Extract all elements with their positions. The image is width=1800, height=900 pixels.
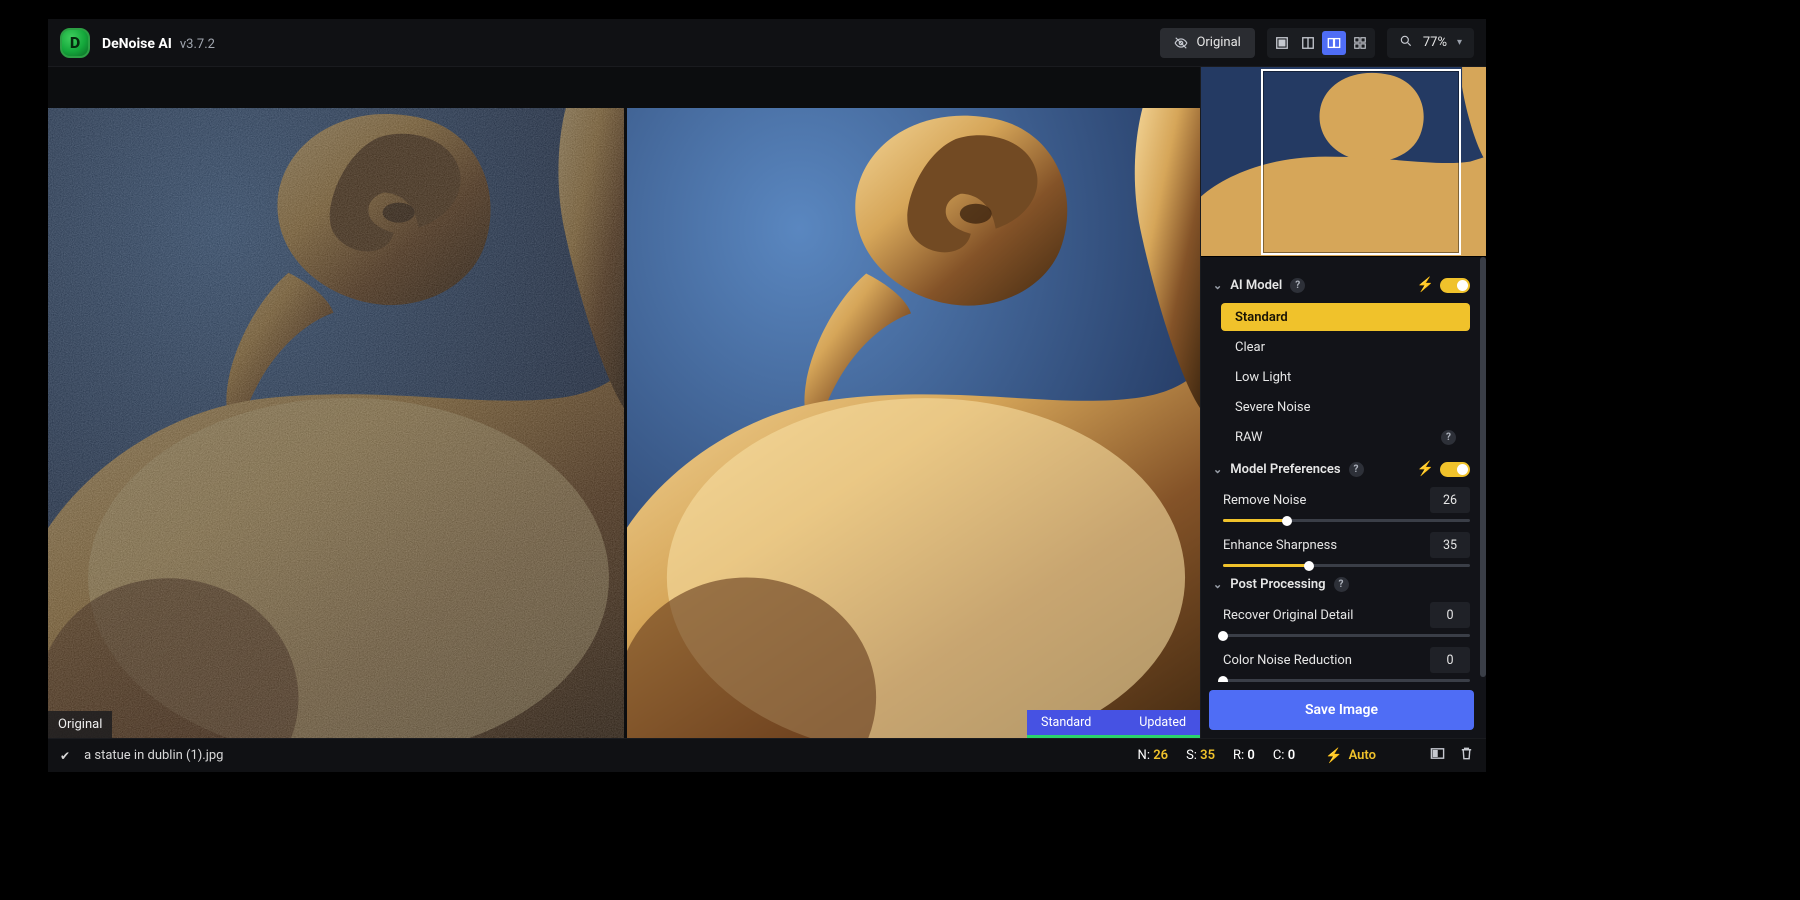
- zoom-control[interactable]: 77% ▾: [1387, 28, 1474, 58]
- toggle-original-button[interactable]: Original: [1160, 28, 1254, 58]
- slider-label: Remove Noise: [1223, 493, 1306, 508]
- slider-track[interactable]: [1223, 519, 1470, 522]
- metric-r: 0: [1247, 748, 1254, 763]
- model-option-standard[interactable]: Standard: [1221, 303, 1470, 331]
- slider-value[interactable]: 35: [1430, 532, 1470, 558]
- slider-color-noise: Color Noise Reduction 0: [1213, 647, 1470, 682]
- section-post-processing-title: Post Processing: [1230, 577, 1325, 592]
- main-area: Original: [48, 67, 1486, 738]
- chevron-down-icon: ⌄: [1213, 279, 1222, 292]
- view-mode-group: [1267, 28, 1375, 58]
- save-image-button[interactable]: Save Image: [1209, 690, 1474, 730]
- slider-label: Enhance Sharpness: [1223, 538, 1337, 553]
- sidebar: ⌄ AI Model ? ⚡ Standard Clear Low Light …: [1200, 67, 1486, 738]
- section-ai-model-title: AI Model: [1230, 278, 1282, 293]
- section-ai-model-header[interactable]: ⌄ AI Model ? ⚡: [1213, 277, 1470, 293]
- slider-label: Color Noise Reduction: [1223, 653, 1352, 668]
- footer: ✔ a statue in dublin (1).jpg N: 26 S: 35…: [48, 738, 1486, 772]
- help-icon[interactable]: ?: [1334, 577, 1349, 592]
- pane-processed: Standard Updated ☺ 😐: [624, 108, 1200, 738]
- sidebar-scrollbar[interactable]: [1480, 67, 1486, 738]
- auto-indicator[interactable]: ⚡ Auto: [1325, 748, 1376, 764]
- footer-metrics: N: 26 S: 35 R: 0 C: 0 ⚡ Auto: [1138, 748, 1376, 764]
- slider-label: Recover Original Detail: [1223, 608, 1353, 623]
- status-model-label: Standard: [1041, 715, 1091, 730]
- check-icon: ✔: [60, 749, 70, 763]
- app-title: DeNoise AI: [102, 36, 172, 52]
- metric-c: 0: [1288, 748, 1295, 763]
- model-option-lowlight[interactable]: Low Light: [1221, 363, 1470, 391]
- app-title-wrap: DeNoise AI v3.7.2: [102, 33, 215, 52]
- bolt-icon: ⚡: [1417, 461, 1434, 477]
- ai-model-list: Standard Clear Low Light Severe Noise RA…: [1213, 303, 1470, 451]
- ai-model-auto-toggle[interactable]: [1440, 278, 1470, 293]
- bolt-icon: ⚡: [1417, 277, 1434, 293]
- slider-track[interactable]: [1223, 679, 1470, 682]
- slider-enhance-sharpness: Enhance Sharpness 35: [1213, 532, 1470, 567]
- magnifier-icon: [1399, 34, 1413, 52]
- metric-n: 26: [1153, 748, 1168, 763]
- slider-value[interactable]: 0: [1430, 647, 1470, 673]
- view-grid-button[interactable]: [1348, 31, 1372, 55]
- help-icon[interactable]: ?: [1290, 278, 1305, 293]
- model-option-clear[interactable]: Clear: [1221, 333, 1470, 361]
- metric-s: 35: [1200, 748, 1215, 763]
- slider-recover-detail: Recover Original Detail 0: [1213, 602, 1470, 637]
- toggle-original-label: Original: [1196, 35, 1240, 50]
- filename-label: a statue in dublin (1).jpg: [84, 748, 223, 763]
- view-split-horiz-button[interactable]: [1296, 31, 1320, 55]
- view-sidebyside-button[interactable]: [1322, 31, 1346, 55]
- canvas[interactable]: Original: [48, 67, 1200, 738]
- slider-track[interactable]: [1223, 634, 1470, 637]
- pane-original: Original: [48, 108, 624, 738]
- model-option-raw[interactable]: RAW?: [1221, 423, 1470, 451]
- section-model-prefs-header[interactable]: ⌄ Model Preferences ? ⚡: [1213, 461, 1470, 477]
- pane-original-label: Original: [48, 711, 112, 738]
- chevron-down-icon: ▾: [1457, 37, 1462, 48]
- model-prefs-auto-toggle[interactable]: [1440, 462, 1470, 477]
- slider-value[interactable]: 0: [1430, 602, 1470, 628]
- model-option-severenoise[interactable]: Severe Noise: [1221, 393, 1470, 421]
- navigator-viewport-frame[interactable]: [1261, 69, 1461, 255]
- processing-status-pill: Standard Updated: [1027, 710, 1200, 738]
- chevron-down-icon: ⌄: [1213, 463, 1222, 476]
- section-model-prefs-title: Model Preferences: [1230, 462, 1340, 477]
- zoom-level-label: 77%: [1423, 35, 1447, 50]
- view-single-button[interactable]: [1270, 31, 1294, 55]
- slider-remove-noise: Remove Noise 26: [1213, 487, 1470, 522]
- topbar: D DeNoise AI v3.7.2 Original: [48, 19, 1486, 67]
- trash-icon[interactable]: [1459, 746, 1474, 765]
- app-version: v3.7.2: [180, 37, 215, 52]
- eye-off-icon: [1174, 36, 1188, 50]
- app-window: D DeNoise AI v3.7.2 Original: [48, 19, 1486, 772]
- compare-icon[interactable]: [1430, 746, 1445, 765]
- status-state-label: Updated: [1139, 715, 1186, 730]
- help-icon[interactable]: ?: [1441, 430, 1456, 445]
- section-post-processing-header[interactable]: ⌄ Post Processing ?: [1213, 577, 1470, 592]
- chevron-down-icon: ⌄: [1213, 578, 1222, 591]
- slider-track[interactable]: [1223, 564, 1470, 567]
- app-logo: D: [60, 28, 90, 58]
- bolt-icon: ⚡: [1325, 748, 1342, 764]
- slider-value[interactable]: 26: [1430, 487, 1470, 513]
- help-icon[interactable]: ?: [1349, 462, 1364, 477]
- navigator-thumbnail[interactable]: [1201, 67, 1486, 257]
